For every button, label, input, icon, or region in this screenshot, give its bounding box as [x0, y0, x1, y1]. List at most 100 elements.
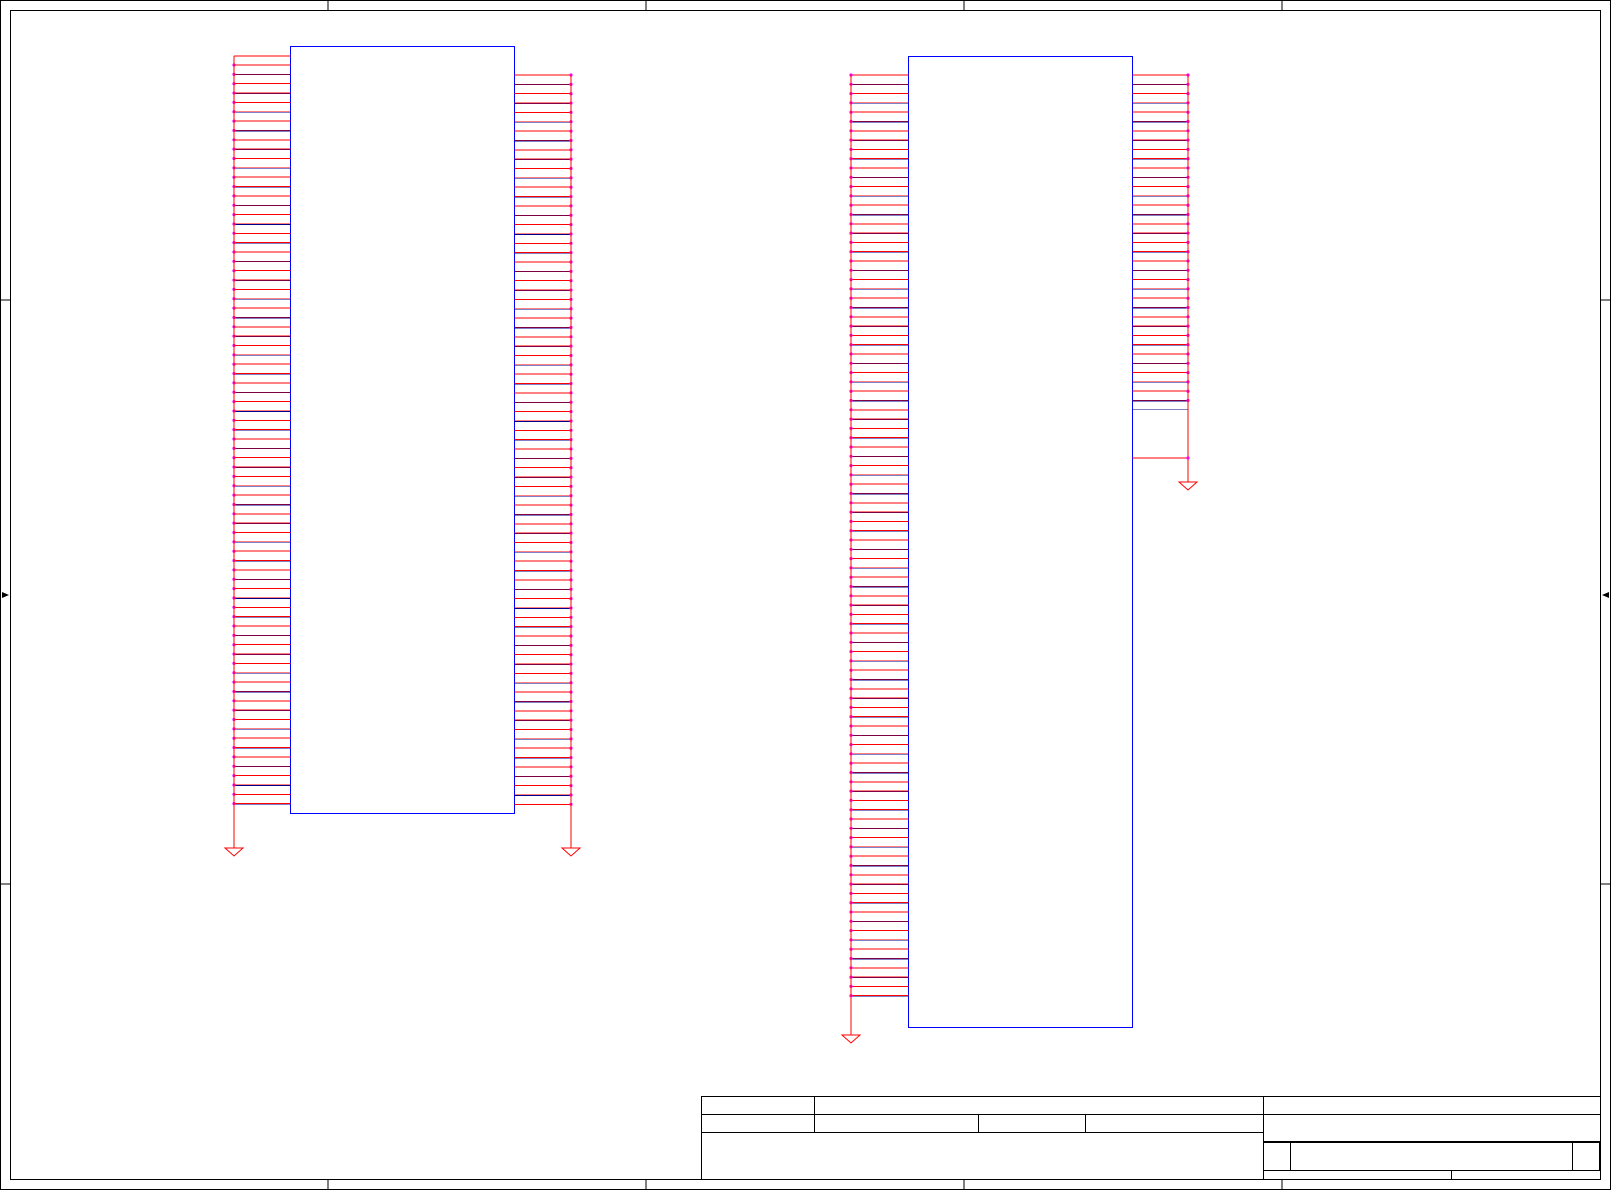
- left-pin: [849, 343, 909, 347]
- schematic-canvas: [0, 0, 1611, 1190]
- right-pin: [514, 101, 573, 105]
- center-mark-left: [2, 592, 9, 598]
- right-pin: [514, 419, 573, 423]
- right-pin: [514, 484, 573, 488]
- right-pin: [514, 428, 573, 432]
- left-pin: [232, 175, 291, 179]
- right-pin: [514, 316, 573, 320]
- left-pin: [232, 222, 291, 226]
- right-pin: [1132, 240, 1190, 244]
- left-ground-symbol: [223, 840, 245, 857]
- left-pin: [232, 465, 291, 469]
- left-pin: [232, 456, 291, 460]
- left-pin: [232, 306, 291, 310]
- left-pin: [232, 652, 291, 656]
- left-pin: [849, 538, 909, 542]
- left-pin: [849, 212, 909, 217]
- right-ground-symbol: [560, 840, 582, 857]
- left-pin: [849, 222, 909, 226]
- left-pin: [232, 72, 291, 76]
- left-pin: [849, 129, 909, 133]
- left-pin: [849, 557, 909, 561]
- left-pin: [849, 743, 909, 747]
- right-pin: [514, 148, 573, 152]
- right-pin: [514, 643, 573, 647]
- left-pin: [232, 605, 291, 609]
- right-pin: [1132, 166, 1190, 170]
- right-pin: [514, 755, 573, 760]
- right-pin: [514, 297, 573, 301]
- left-pin: [232, 615, 291, 619]
- right-pin: [514, 325, 573, 330]
- left-pin: [849, 836, 909, 840]
- left-pin: [849, 324, 909, 328]
- left-pin: [849, 640, 909, 644]
- left-pin: [232, 521, 291, 525]
- right-pin: [514, 269, 573, 273]
- right-pin: [514, 615, 573, 619]
- left-pin: [849, 454, 909, 458]
- right-pin: [514, 232, 573, 236]
- right-pin: [514, 699, 573, 704]
- right-pin: [1132, 305, 1190, 310]
- right-pin: [514, 606, 573, 610]
- left-pin: [232, 428, 291, 432]
- ground-triangle: [560, 847, 582, 857]
- left-pin: [849, 873, 909, 877]
- left-pin: [849, 259, 909, 263]
- left-pin: [849, 147, 909, 151]
- left-pin: [232, 110, 291, 114]
- left-pin: [849, 780, 909, 784]
- right-pin: [514, 746, 573, 750]
- left-pin: [849, 250, 909, 254]
- ground-triangle: [1177, 481, 1199, 491]
- left-pin: [232, 643, 291, 647]
- left-pin: [849, 547, 909, 551]
- right-pin: [514, 466, 573, 470]
- left-pin: [849, 110, 909, 114]
- right-pin: [1132, 129, 1190, 133]
- left-pin: [232, 802, 291, 806]
- right-pin: [1132, 287, 1190, 291]
- right-pin: [514, 531, 573, 535]
- left-pin: [849, 798, 909, 803]
- left-pin: [232, 250, 291, 254]
- left-pin: [849, 194, 909, 198]
- left-pin: [849, 436, 909, 440]
- right-pin: [514, 344, 573, 348]
- right-pin: [514, 260, 573, 264]
- left-pin: [849, 789, 909, 793]
- left-pin: [232, 540, 291, 544]
- left-pin: [849, 157, 909, 161]
- left-pin: [849, 566, 909, 570]
- right-pin: [514, 690, 573, 694]
- left-pin: [232, 278, 291, 282]
- right-pin: [1132, 343, 1190, 347]
- left-pin: [232, 558, 291, 563]
- left-pin: [849, 445, 909, 449]
- right-pin: [514, 587, 573, 591]
- right-pin: [1132, 119, 1190, 124]
- left-pin: [849, 389, 909, 393]
- left-pin: [232, 727, 291, 731]
- right-pin: [514, 494, 573, 498]
- sheet-frame: [0, 0, 1611, 1190]
- right-pin: [1132, 92, 1190, 96]
- component-body: [289, 45, 516, 815]
- left-pin: [232, 689, 291, 694]
- right-pin: [1132, 389, 1190, 393]
- left-pin: [232, 119, 291, 123]
- connector-b[interactable]: [840, 55, 1199, 1044]
- left-pin: [232, 502, 291, 507]
- connector-a[interactable]: [223, 45, 582, 857]
- right-pin: [514, 279, 573, 283]
- left-pin: [849, 166, 909, 170]
- left-pin: [232, 755, 291, 759]
- left-pin: [232, 100, 291, 104]
- left-pin: [849, 724, 909, 728]
- left-pin: [849, 501, 909, 505]
- right-pin: [514, 625, 573, 629]
- right-pin: [514, 456, 573, 460]
- left-pin: [232, 213, 291, 217]
- left-pin: [232, 745, 291, 750]
